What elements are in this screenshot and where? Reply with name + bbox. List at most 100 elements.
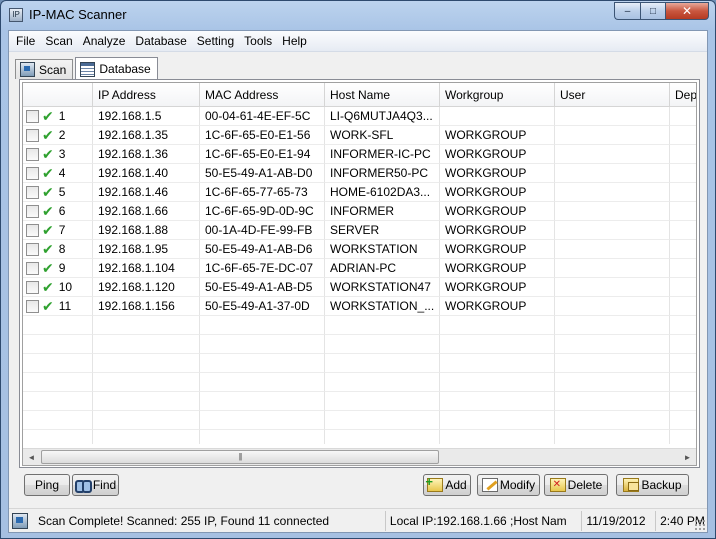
cell-workgroup: WORKGROUP xyxy=(440,240,555,259)
row-select-cell[interactable]: ✔ 11 xyxy=(23,297,93,316)
table-row[interactable]: ✔ 2 192.168.1.35 1C-6F-65-E0-E1-56 WORK-SFL W… xyxy=(23,126,696,145)
table-row[interactable] xyxy=(23,354,696,373)
delete-button[interactable]: Delete xyxy=(544,474,608,496)
menu-scan[interactable]: Scan xyxy=(40,31,77,52)
scroll-track[interactable]: ||| xyxy=(40,449,679,466)
column-header-ip[interactable]: IP Address xyxy=(93,83,200,107)
title-bar[interactable]: IP IP-MAC Scanner ‒ □ ✕ xyxy=(1,1,715,30)
cell-department xyxy=(670,373,696,392)
cell-mac: 1C-6F-65-E0-E1-56 xyxy=(200,126,325,145)
table-row[interactable]: ✔ 9 192.168.1.104 1C-6F-65-7E-DC-07 ADRIAN-P… xyxy=(23,259,696,278)
row-select-cell[interactable] xyxy=(23,430,93,444)
row-checkbox[interactable] xyxy=(26,185,39,199)
row-checkbox[interactable] xyxy=(26,261,39,275)
row-checkbox[interactable] xyxy=(26,128,39,142)
column-header-workgroup[interactable]: Workgroup xyxy=(440,83,555,107)
cell-host: WORKSTATION_... xyxy=(325,297,440,316)
online-check-icon: ✔ xyxy=(42,127,54,143)
table-row[interactable]: ✔ 5 192.168.1.46 1C-6F-65-77-65-73 HOME-6102… xyxy=(23,183,696,202)
scan-icon xyxy=(20,62,35,77)
row-select-cell[interactable]: ✔ 5 xyxy=(23,183,93,202)
close-button[interactable]: ✕ xyxy=(665,2,709,20)
column-header-select[interactable] xyxy=(23,83,93,107)
modify-button[interactable]: Modify xyxy=(477,474,540,496)
modify-button-label: Modify xyxy=(499,478,536,492)
row-checkbox[interactable] xyxy=(26,299,39,313)
row-select-cell[interactable] xyxy=(23,373,93,392)
table-row[interactable] xyxy=(23,411,696,430)
cell-mac: 00-04-61-4E-EF-5C xyxy=(200,107,325,126)
row-select-cell[interactable] xyxy=(23,316,93,335)
row-select-cell[interactable]: ✔ 2 xyxy=(23,126,93,145)
row-checkbox[interactable] xyxy=(26,242,39,256)
cell-department xyxy=(670,335,696,354)
grid-body[interactable]: ✔ 1 192.168.1.5 00-04-61-4E-EF-5C LI-Q6MUTJA… xyxy=(23,107,696,444)
tab-panel: IP Address MAC Address Host Name Workgro… xyxy=(19,79,700,468)
cell-user xyxy=(555,278,670,297)
table-row[interactable] xyxy=(23,335,696,354)
scroll-right-icon[interactable]: ► xyxy=(679,449,696,466)
cell-workgroup xyxy=(440,411,555,430)
menu-analyze[interactable]: Analyze xyxy=(78,31,131,52)
row-select-cell[interactable] xyxy=(23,392,93,411)
row-checkbox[interactable] xyxy=(26,147,39,161)
row-checkbox[interactable] xyxy=(26,280,39,294)
row-select-cell[interactable]: ✔ 4 xyxy=(23,164,93,183)
row-select-cell[interactable]: ✔ 3 xyxy=(23,145,93,164)
row-number: 1 xyxy=(58,109,66,123)
tab-database[interactable]: Database xyxy=(75,57,158,80)
menu-file[interactable]: File xyxy=(9,31,40,52)
menu-help[interactable]: Help xyxy=(277,31,312,52)
row-select-cell[interactable]: ✔ 8 xyxy=(23,240,93,259)
table-row[interactable] xyxy=(23,392,696,411)
minimize-button[interactable]: ‒ xyxy=(614,2,640,20)
row-select-cell[interactable] xyxy=(23,411,93,430)
row-checkbox[interactable] xyxy=(26,223,39,237)
table-row[interactable]: ✔ 1 192.168.1.5 00-04-61-4E-EF-5C LI-Q6MUTJA… xyxy=(23,107,696,126)
row-checkbox[interactable] xyxy=(26,166,39,180)
table-row[interactable]: ✔ 4 192.168.1.40 50-E5-49-A1-AB-D0 INFORMER5… xyxy=(23,164,696,183)
table-row[interactable] xyxy=(23,373,696,392)
table-row[interactable]: ✔ 8 192.168.1.95 50-E5-49-A1-AB-D6 WORKSTATI… xyxy=(23,240,696,259)
menu-database[interactable]: Database xyxy=(130,31,191,52)
cell-user xyxy=(555,354,670,373)
row-select-cell[interactable] xyxy=(23,335,93,354)
maximize-button[interactable]: □ xyxy=(640,2,665,20)
cell-user xyxy=(555,373,670,392)
column-header-department[interactable]: Dep xyxy=(670,83,696,107)
table-row[interactable]: ✔ 3 192.168.1.36 1C-6F-65-E0-E1-94 INFORMER-… xyxy=(23,145,696,164)
column-header-user[interactable]: User xyxy=(555,83,670,107)
column-header-host[interactable]: Host Name xyxy=(325,83,440,107)
table-row[interactable]: ✔ 10 192.168.1.120 50-E5-49-A1-AB-D5 WORKSTA… xyxy=(23,278,696,297)
scroll-thumb[interactable]: ||| xyxy=(41,449,439,464)
ping-button[interactable]: Ping xyxy=(24,474,70,496)
table-row[interactable]: ✔ 6 192.168.1.66 1C-6F-65-9D-0D-9C INFORMER W… xyxy=(23,202,696,221)
cell-ip xyxy=(93,335,200,354)
table-row[interactable]: ✔ 7 192.168.1.88 00-1A-4D-FE-99-FB SERVER WOR… xyxy=(23,221,696,240)
find-button[interactable]: Find xyxy=(72,474,119,496)
horizontal-scrollbar[interactable]: ◄ ||| ► xyxy=(23,448,696,465)
cell-host xyxy=(325,354,440,373)
table-row[interactable] xyxy=(23,430,696,444)
cell-host xyxy=(325,335,440,354)
tab-scan[interactable]: Scan xyxy=(15,59,74,79)
cell-user xyxy=(555,297,670,316)
row-select-cell[interactable]: ✔ 10 xyxy=(23,278,93,297)
menu-setting[interactable]: Setting xyxy=(192,31,239,52)
resize-grip[interactable] xyxy=(694,519,706,531)
row-select-cell[interactable]: ✔ 9 xyxy=(23,259,93,278)
row-select-cell[interactable]: ✔ 1 xyxy=(23,107,93,126)
menu-tools[interactable]: Tools xyxy=(239,31,277,52)
row-select-cell[interactable]: ✔ 7 xyxy=(23,221,93,240)
row-checkbox[interactable] xyxy=(26,109,39,123)
row-select-cell[interactable] xyxy=(23,354,93,373)
table-row[interactable] xyxy=(23,316,696,335)
column-header-mac[interactable]: MAC Address xyxy=(200,83,325,107)
backup-button[interactable]: Backup xyxy=(616,474,689,496)
scroll-left-icon[interactable]: ◄ xyxy=(23,449,40,466)
row-checkbox[interactable] xyxy=(26,204,39,218)
add-button[interactable]: Add xyxy=(423,474,471,496)
row-select-cell[interactable]: ✔ 6 xyxy=(23,202,93,221)
table-row[interactable]: ✔ 11 192.168.1.156 50-E5-49-A1-37-0D WORKSTA… xyxy=(23,297,696,316)
cell-host: WORKSTATION xyxy=(325,240,440,259)
